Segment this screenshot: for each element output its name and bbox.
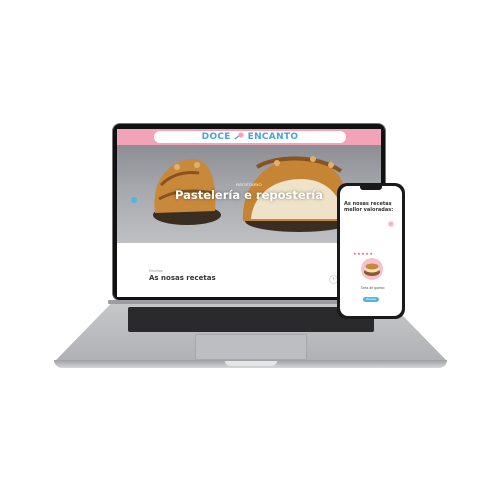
section-title: As nosas recetas	[149, 274, 216, 282]
smartphone: As nosas recetas mellor valoradas: › ★★★…	[337, 183, 405, 319]
laptop-lid-notch	[225, 361, 277, 366]
phone-heading: As nosas recetas mellor valoradas:	[344, 201, 394, 213]
site-header: DOCE ENCANTO	[117, 129, 381, 145]
cake-image	[361, 258, 383, 280]
brand-name-right: ENCANTO	[247, 132, 299, 142]
recipe-card[interactable]: ★★★★★ Torta de queixo Receta	[345, 244, 395, 306]
phone-notch	[360, 186, 382, 190]
brand-name-left: DOCE	[201, 132, 231, 142]
recipe-button[interactable]: Receta	[363, 297, 379, 302]
brand-logo[interactable]: DOCE ENCANTO	[154, 131, 346, 143]
section-label: Receitas	[149, 269, 163, 273]
lollipop-icon	[234, 132, 244, 140]
card-title: Torta de queixo	[360, 286, 385, 290]
phone-next-button[interactable]: ›	[388, 221, 394, 227]
laptop-trackpad	[195, 334, 307, 360]
phone-screen: As nosas recetas mellor valoradas: › ★★★…	[340, 186, 402, 316]
rating-stars: ★★★★★	[353, 251, 374, 256]
